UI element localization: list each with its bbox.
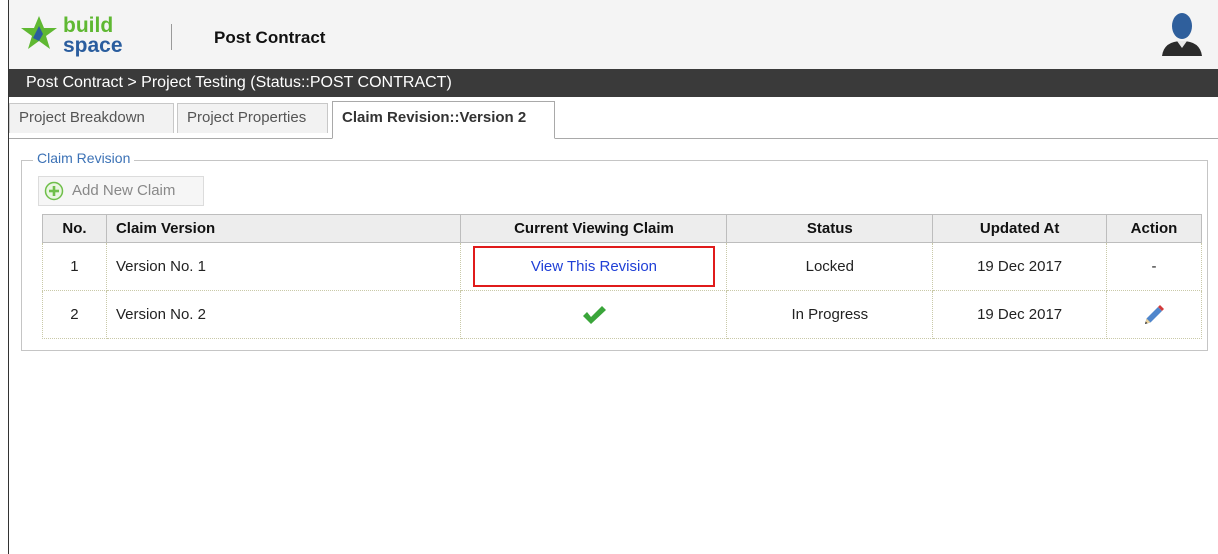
tab-project-breakdown[interactable]: Project Breakdown [9,103,174,133]
column-header-status[interactable]: Status [726,214,934,243]
cell-updated-at: 19 Dec 2017 [932,290,1108,339]
add-new-claim-button[interactable]: Add New Claim [38,176,204,206]
cell-action [1106,290,1202,339]
view-this-revision-link[interactable]: View This Revision [472,246,715,287]
breadcrumb: Post Contract > Project Testing (Status:… [9,69,1218,97]
cell-no: 1 [42,242,107,291]
cell-status: In Progress [726,290,934,339]
cell-no: 2 [42,290,107,339]
column-header-no[interactable]: No. [42,214,107,243]
column-header-current-viewing-claim[interactable]: Current Viewing Claim [460,214,728,243]
cell-updated-at: 19 Dec 2017 [932,242,1108,291]
app-window: build space Post Contract Post Contract … [8,0,1218,554]
user-avatar-icon[interactable] [1157,12,1207,58]
svg-text:space: space [63,34,123,57]
tab-claim-revision[interactable]: Claim Revision::Version 2 [332,101,555,139]
cell-current-viewing [460,290,728,339]
cell-current-viewing: View This Revision [460,242,728,291]
panel-legend: Claim Revision [33,150,135,166]
check-icon [582,305,606,324]
add-icon [44,181,64,201]
table-row[interactable]: 1 Version No. 1 View This Revision Locke… [42,242,1202,291]
column-header-updated-at[interactable]: Updated At [932,214,1108,243]
cell-status: Locked [726,242,934,291]
table-row[interactable]: 2 Version No. 2 In Progress 19 Dec 2017 [42,290,1202,339]
cell-claim-version: Version No. 1 [105,242,462,291]
column-header-claim-version[interactable]: Claim Version [105,214,462,243]
tab-project-properties[interactable]: Project Properties [177,103,328,133]
app-header: build space Post Contract [9,0,1218,69]
cell-claim-version: Version No. 2 [105,290,462,339]
header-divider [171,24,172,50]
claim-revision-table: No. Claim Version Current Viewing Claim … [42,214,1202,339]
add-new-claim-label: Add New Claim [72,182,176,199]
buildspace-logo: build space [21,14,123,57]
app-title: Post Contract [214,28,326,47]
pencil-icon[interactable] [1141,302,1167,328]
table-header-row: No. Claim Version Current Viewing Claim … [42,214,1202,243]
tab-bar: Project Breakdown Project Properties Cla… [9,97,1218,139]
cell-action: - [1106,242,1202,291]
claim-revision-panel: Claim Revision Add New Claim No. Claim V… [21,150,1208,351]
column-header-action[interactable]: Action [1106,214,1202,243]
